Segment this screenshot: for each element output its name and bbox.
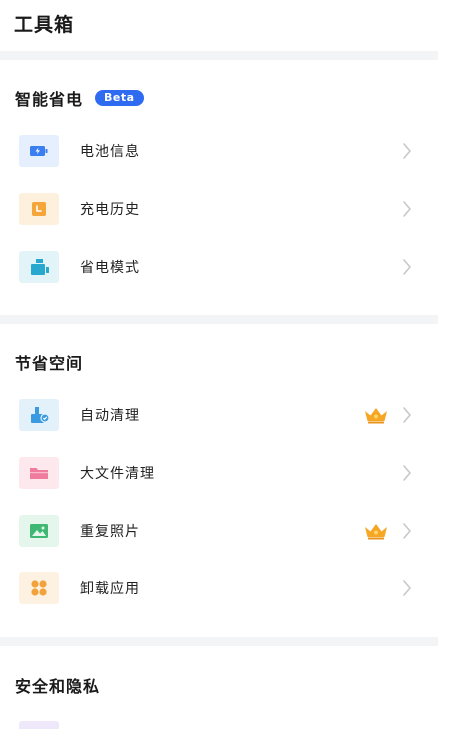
- section-title-save-space: 节省空间: [15, 350, 83, 374]
- list-item-auto-clean[interactable]: 自动清理: [0, 393, 438, 437]
- chevron-right-icon: [403, 201, 411, 217]
- list-item-label: 电池信息: [80, 144, 140, 160]
- chevron-right-icon: [403, 465, 411, 481]
- list-item-battery-info[interactable]: 电池信息: [0, 129, 438, 173]
- apps-grid-icon: [19, 572, 59, 604]
- section-title-label: 节省空间: [15, 354, 84, 373]
- folder-icon: [19, 457, 59, 489]
- chevron-right-icon: [403, 407, 411, 423]
- section-title-label: 智能省电: [15, 90, 84, 109]
- list-item-duplicate-photos[interactable]: 重复照片: [0, 509, 438, 553]
- chevron-right-icon: [403, 580, 411, 596]
- section-divider: [0, 637, 438, 646]
- list-item-label: 自动清理: [80, 408, 140, 424]
- section-title-smart-power: 智能省电 Beta: [15, 86, 144, 110]
- charge-history-icon: [19, 193, 59, 225]
- power-saving-icon: [19, 251, 59, 283]
- list-item-large-file-clean[interactable]: 大文件清理: [0, 451, 438, 495]
- auto-clean-icon: [19, 399, 59, 431]
- battery-icon: [19, 135, 59, 167]
- beta-badge: Beta: [95, 90, 144, 106]
- list-item-charge-history[interactable]: 充电历史: [0, 187, 438, 231]
- section-title-label: 安全和隐私: [15, 677, 101, 696]
- list-item-label: 大文件清理: [80, 466, 155, 482]
- list-item-label: 重复照片: [80, 524, 140, 540]
- section-divider: [0, 315, 438, 324]
- crown-icon: [365, 524, 387, 540]
- chevron-right-icon: [403, 143, 411, 159]
- list-item-label: 充电历史: [80, 202, 140, 218]
- list-item-icon-partial[interactable]: [19, 721, 59, 729]
- list-item-uninstall-apps[interactable]: 卸载应用: [0, 566, 438, 610]
- chevron-right-icon: [403, 523, 411, 539]
- list-item-power-saving-mode[interactable]: 省电模式: [0, 245, 438, 289]
- photo-icon: [19, 515, 59, 547]
- chevron-right-icon: [403, 259, 411, 275]
- list-item-label: 省电模式: [80, 260, 140, 276]
- page-title: 工具箱: [14, 14, 75, 36]
- section-divider: [0, 51, 438, 60]
- list-item-label: 卸载应用: [80, 581, 140, 597]
- section-title-security-privacy: 安全和隐私: [15, 673, 100, 697]
- crown-icon: [365, 408, 387, 424]
